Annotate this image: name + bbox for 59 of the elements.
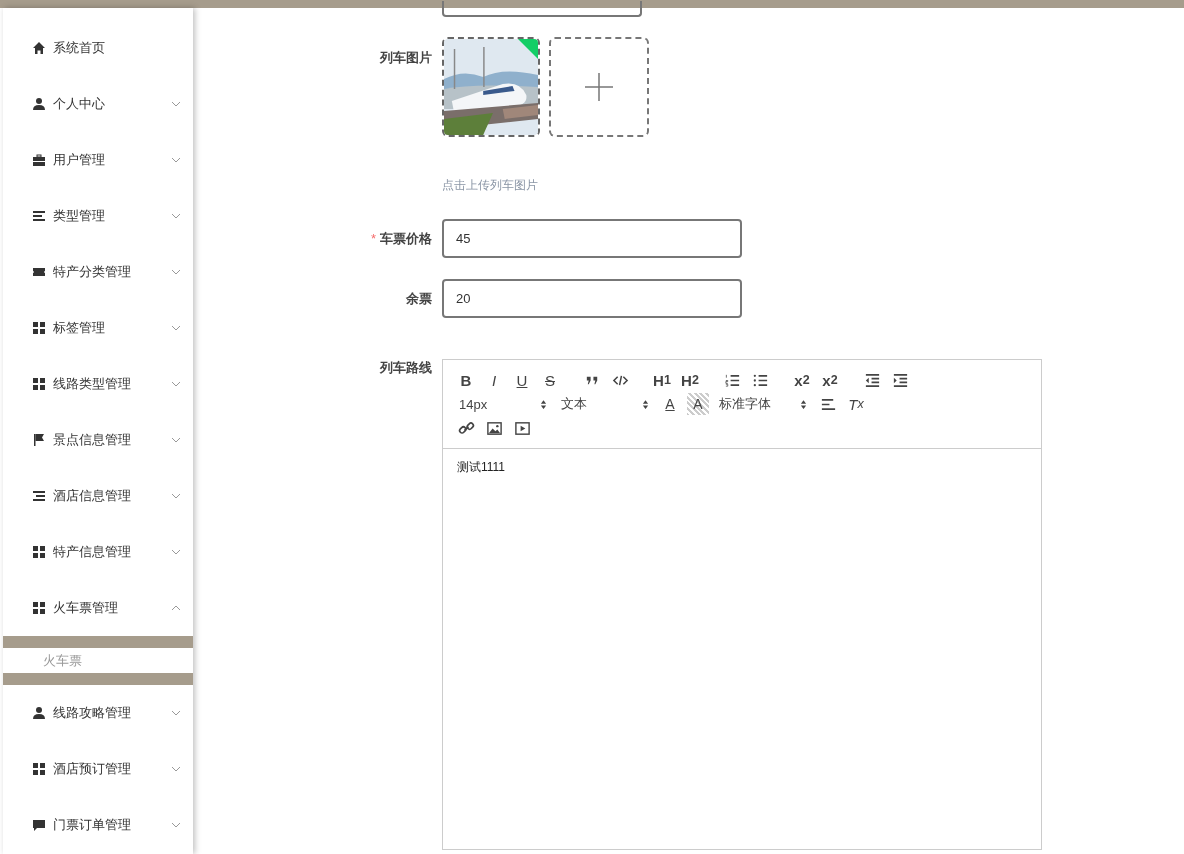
grid-icon [32,377,46,391]
italic-button[interactable]: I [483,369,505,391]
menu-item[interactable]: 系统首页 [3,20,193,76]
menu-item[interactable]: 类型管理 [3,188,193,244]
strike-button[interactable]: S [539,369,561,391]
menu-item[interactable]: 景点信息管理 [3,412,193,468]
menu-item[interactable]: 特产分类管理 [3,244,193,300]
text-color-button[interactable]: A [659,393,681,415]
upload-hint: 点击上传列车图片 [442,177,538,194]
outdent-icon [863,371,881,389]
briefcase-icon [32,153,46,167]
bold-button[interactable]: B [455,369,477,391]
grid-icon [32,545,46,559]
image-icon [485,419,503,437]
success-corner-icon [518,39,538,59]
menu-item[interactable]: 个人中心 [3,76,193,132]
grid-icon [32,762,46,776]
menu-item[interactable]: 标签管理 [3,300,193,356]
menu-item[interactable]: 酒店预订管理 [3,741,193,797]
link-icon [457,419,475,437]
grid-icon [32,601,46,615]
dropdown-picker[interactable]: 14px [455,393,551,415]
lines-icon [32,209,46,223]
menu-item[interactable]: 门票订单管理 [3,797,193,853]
menu-item[interactable]: 线路攻略管理 [3,685,193,741]
user-icon [32,97,46,111]
user-icon [32,706,46,720]
menu-item[interactable]: 线路类型管理 [3,356,193,412]
field-label: 车票价格 [380,231,432,246]
field-label: 余票 [406,291,432,306]
input-field[interactable]: 20 [442,279,742,318]
video-icon [513,419,531,437]
indent-icon [891,371,909,389]
home-icon [32,41,46,55]
ticket-icon [32,265,46,279]
updown-icon [642,398,649,410]
menu-item[interactable]: 火车票管理 [3,580,193,636]
field-label: 列车路线 [379,359,433,377]
underline-button[interactable]: U [511,369,533,391]
menu-item[interactable]: 特产信息管理 [3,524,193,580]
input-field[interactable]: 45 [442,219,742,258]
chat-icon [32,818,46,832]
field-label: 列车图片 [379,49,433,67]
upload-button[interactable] [549,37,649,137]
content-text: 测试1111 [457,460,506,474]
required-mark: * [370,231,376,246]
flag-icon [32,433,46,447]
dropdown-picker[interactable]: 文本 [557,393,653,415]
updown-icon [540,398,547,410]
plus-icon [584,72,614,102]
menu-item[interactable]: 用户管理 [3,132,193,188]
input-field[interactable] [442,1,642,17]
background-color-button[interactable]: A [687,393,709,415]
updown-icon [800,398,807,410]
grid-icon [32,321,46,335]
dropdown-picker[interactable]: 标准字体 [715,393,811,415]
list-icon [32,489,46,503]
menu-item[interactable]: 酒店信息管理 [3,468,193,524]
editor-content[interactable]: 测试1111 [443,449,1041,849]
